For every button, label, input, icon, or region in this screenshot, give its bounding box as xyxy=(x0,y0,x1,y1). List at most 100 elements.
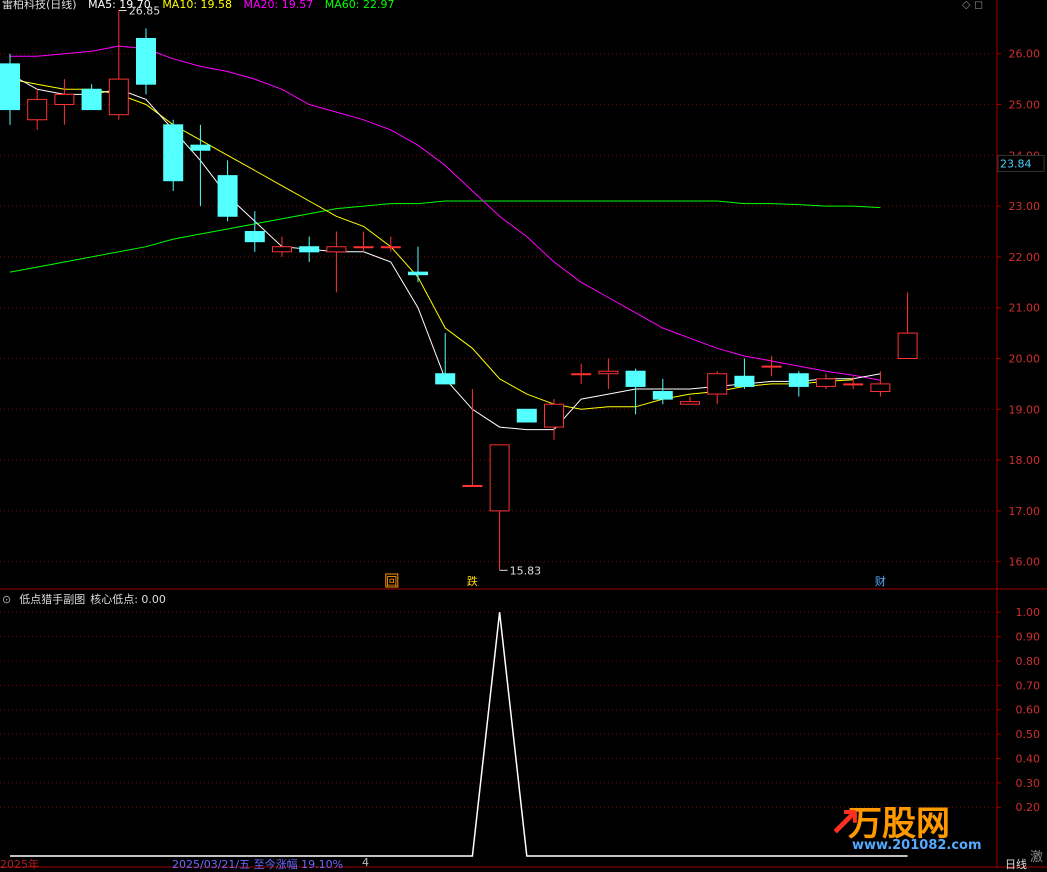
ma10-line xyxy=(9,78,854,410)
sub-header: ⊙ 低点猎手副图 核心低点: 0.00 xyxy=(2,591,174,607)
candle-body xyxy=(516,408,537,423)
candle-body xyxy=(0,63,20,111)
panel-control-icons[interactable]: ◇ ◻ xyxy=(962,0,983,11)
candle-body xyxy=(652,391,673,400)
candle xyxy=(598,358,619,389)
candle-body xyxy=(380,246,401,249)
candle-body xyxy=(217,175,238,217)
y-tick-label: 17.00 xyxy=(1009,505,1041,518)
marker-die: 跌 xyxy=(467,574,478,588)
candle xyxy=(544,399,564,440)
y-tick-label: 25.00 xyxy=(1009,99,1041,112)
candle-body xyxy=(299,246,320,253)
candle xyxy=(272,236,292,257)
candle-body xyxy=(244,231,265,243)
collapse-icon[interactable]: ⊙ xyxy=(2,593,11,606)
candle-body xyxy=(326,246,347,253)
candle xyxy=(299,236,320,262)
candle-body xyxy=(408,271,428,276)
y-tick-label: 18.00 xyxy=(1009,454,1041,467)
candle-body xyxy=(108,78,129,116)
sub-y-tick-label: 0.60 xyxy=(1016,704,1041,717)
stock-name[interactable]: 雷柏科技(日线) xyxy=(2,0,77,11)
ma10-label: MA10: 19.58 xyxy=(162,0,233,11)
candle xyxy=(897,292,918,359)
candle-body xyxy=(190,144,211,151)
candle xyxy=(734,358,755,389)
sub-y-tick-label: 1.00 xyxy=(1016,606,1041,619)
ma60-line xyxy=(9,200,881,273)
ma20-label: MA20: 19.57 xyxy=(243,0,314,11)
candle-body xyxy=(54,93,75,106)
y-tick-label: 23.00 xyxy=(1009,200,1041,213)
candle-body xyxy=(571,373,592,376)
watermark-site: www.201082.com xyxy=(852,838,982,853)
candle xyxy=(54,79,75,125)
sub-title[interactable]: 低点猎手副图 xyxy=(19,593,85,606)
footer-vibe: 激 xyxy=(1030,850,1044,865)
candle-body xyxy=(870,383,891,393)
y-tick-label: 21.00 xyxy=(1009,302,1041,315)
candle-body xyxy=(435,373,456,385)
sub-y-tick-label: 0.70 xyxy=(1016,679,1041,692)
candle xyxy=(136,28,156,95)
candle-body xyxy=(734,375,755,387)
candle xyxy=(680,396,700,405)
candle xyxy=(571,363,592,384)
candle xyxy=(761,355,782,377)
period-tab[interactable]: 日线 xyxy=(1005,856,1027,872)
y-tick-label: 20.00 xyxy=(1009,352,1041,365)
candle-body xyxy=(816,378,836,387)
candle xyxy=(380,236,401,252)
stock-chart: 26.0025.0024.0023.0022.0021.0020.0019.00… xyxy=(0,0,1047,868)
candle xyxy=(326,231,347,293)
candle-body xyxy=(81,88,102,111)
candle xyxy=(408,246,428,283)
candle xyxy=(163,119,184,191)
ma20-line xyxy=(10,45,881,381)
candle xyxy=(27,89,48,130)
candle xyxy=(435,333,456,385)
candle-body xyxy=(897,332,918,359)
marker-hui: 回 xyxy=(386,575,397,588)
candle xyxy=(843,376,864,389)
y-tick-label: 26.00 xyxy=(1009,48,1041,61)
candle-body xyxy=(680,401,700,405)
candle-body xyxy=(136,37,156,85)
sub-y-tick-label: 0.30 xyxy=(1016,777,1041,790)
candle xyxy=(0,53,20,125)
candle-body xyxy=(27,98,48,121)
candle xyxy=(244,211,265,252)
candle xyxy=(217,160,238,222)
price-tag: 23.84 xyxy=(1000,157,1032,170)
candle-body xyxy=(707,373,728,395)
main-header: 雷柏科技(日线) MA5: 19.70 MA10: 19.58 MA20: 19… xyxy=(2,0,402,12)
candle xyxy=(516,408,537,423)
candle-body xyxy=(598,370,619,375)
candle xyxy=(816,373,836,389)
ma5-label: MA5: 19.70 xyxy=(88,0,151,11)
sub-y-tick-label: 0.90 xyxy=(1016,631,1041,644)
footer-num: 4 xyxy=(362,856,369,869)
candle xyxy=(625,368,646,415)
candle xyxy=(462,388,483,487)
candle-body xyxy=(489,444,510,512)
y-tick-label: 22.00 xyxy=(1009,251,1041,264)
candle xyxy=(108,10,129,120)
candle xyxy=(353,231,374,252)
candle-body xyxy=(625,370,646,387)
candle xyxy=(707,371,728,405)
candle-body xyxy=(788,373,809,387)
y-tick-label: 16.00 xyxy=(1009,556,1041,569)
logo-icon: ↗ xyxy=(828,800,862,846)
candle-body xyxy=(761,365,782,368)
candle-body xyxy=(353,246,374,249)
candle-body xyxy=(544,403,564,428)
candle-body xyxy=(163,124,184,182)
candle xyxy=(788,371,809,397)
marker-cai: 财 xyxy=(875,574,886,588)
sub-y-tick-label: 0.50 xyxy=(1016,728,1041,741)
candle xyxy=(652,378,673,405)
candle-body xyxy=(272,246,292,253)
lo-label: 15.83 xyxy=(510,564,541,577)
